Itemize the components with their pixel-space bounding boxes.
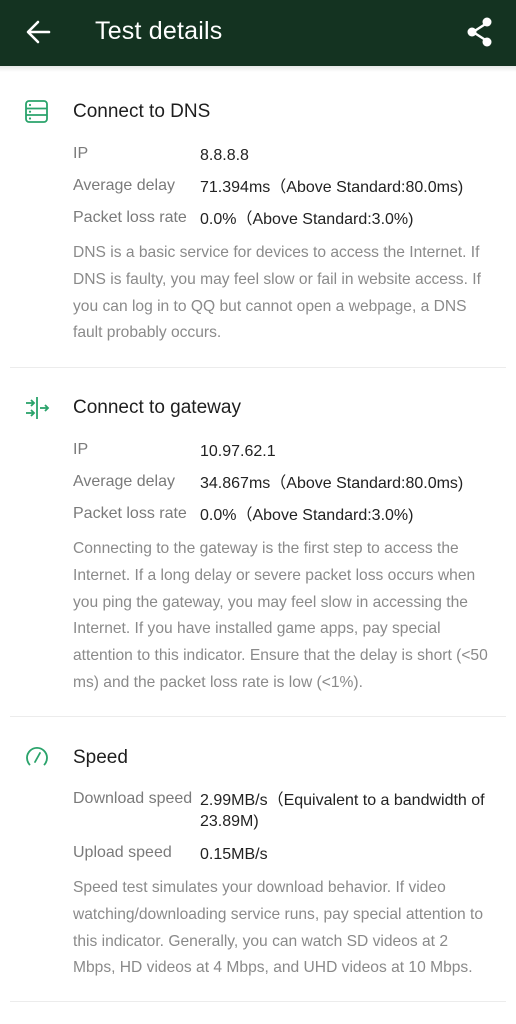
gateway-ip-value: 10.97.62.1 (200, 443, 276, 460)
gateway-delay-value: 34.867ms（Above Standard:80.0ms) (200, 475, 464, 492)
speedometer-icon (26, 746, 48, 766)
speed-section-title: Speed (73, 747, 128, 768)
divider (10, 1001, 506, 1002)
dns-delay-label: Average delay (73, 177, 175, 194)
gateway-icon (26, 397, 50, 419)
dns-ip-label: IP (73, 145, 89, 162)
dns-section-title: Connect to DNS (73, 101, 211, 122)
dns-description: DNS is a basic service for devices to ac… (73, 244, 481, 342)
gateway-description: Connecting to the gateway is the first s… (73, 540, 488, 691)
back-button[interactable] (20, 14, 56, 50)
page-title: Test details (95, 17, 223, 45)
gateway-ip-label: IP (73, 441, 89, 458)
appbar-shadow (0, 66, 516, 72)
arrow-left-icon (26, 20, 51, 44)
app-bar: Test details (0, 0, 516, 66)
dns-loss-value: 0.0%（Above Standard:3.0%) (200, 211, 414, 228)
dns-loss-label: Packet loss rate (73, 209, 187, 226)
gateway-loss-value: 0.0%（Above Standard:3.0%) (200, 507, 414, 524)
gateway-loss-label: Packet loss rate (73, 505, 187, 522)
share-icon (467, 17, 492, 47)
dns-delay-value: 71.394ms（Above Standard:80.0ms) (200, 179, 464, 196)
upload-speed-value: 0.15MB/s (200, 846, 268, 863)
dns-ip-value: 8.8.8.8 (200, 147, 249, 164)
gateway-section-title: Connect to gateway (73, 397, 241, 418)
divider (10, 716, 506, 717)
divider (10, 367, 506, 368)
download-speed-label: Download speed (73, 790, 193, 807)
upload-speed-label: Upload speed (73, 844, 172, 861)
gateway-delay-label: Average delay (73, 473, 175, 490)
server-icon (25, 100, 48, 123)
download-speed-value: 2.99MB/s（Equivalent to a bandwidth of 23… (200, 792, 485, 830)
share-button[interactable] (460, 12, 500, 52)
speed-description: Speed test simulates your download behav… (73, 879, 484, 977)
